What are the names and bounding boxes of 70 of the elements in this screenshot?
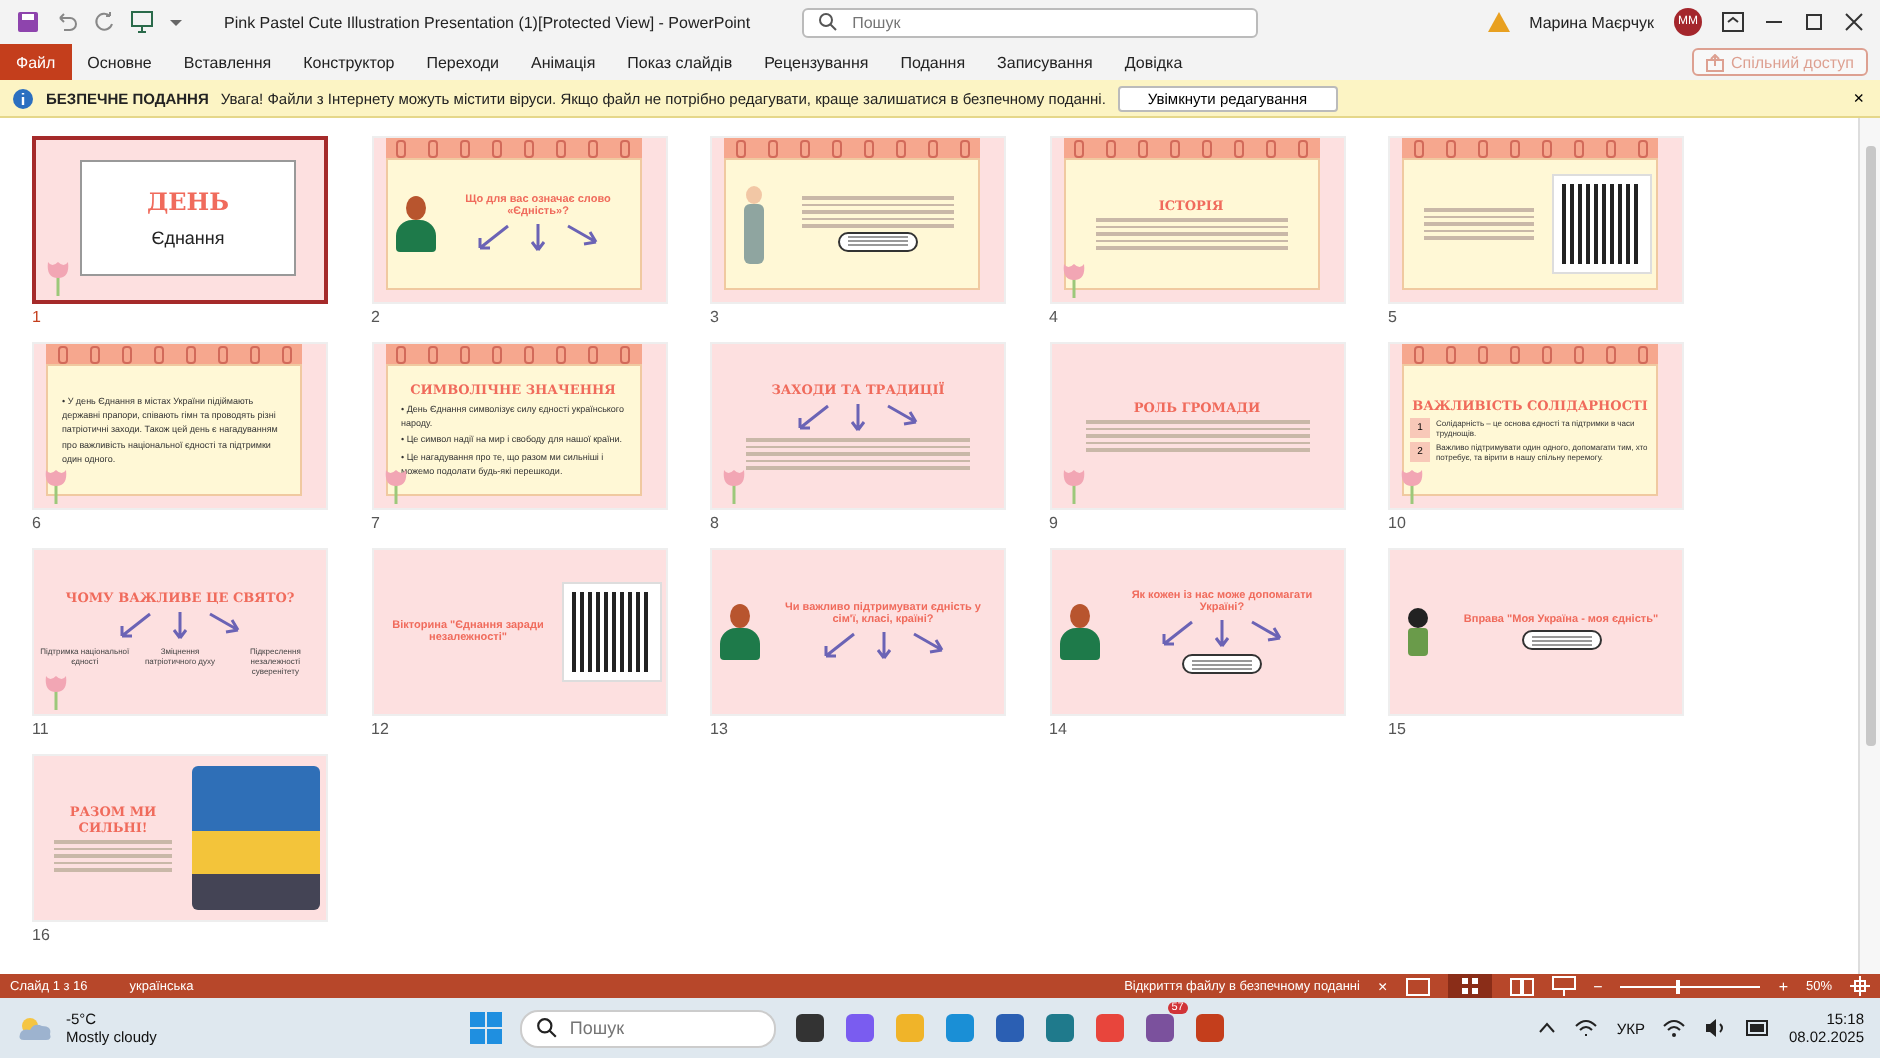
- chevron-up-icon[interactable]: [1538, 1022, 1557, 1034]
- fit-slide-icon[interactable]: [1850, 976, 1870, 996]
- close-button[interactable]: ×: [1849, 88, 1868, 108]
- maximize-icon[interactable]: [1804, 12, 1824, 32]
- slide-number: 10: [1388, 514, 1408, 532]
- close-icon[interactable]: [1844, 12, 1864, 32]
- slide-number: 15: [1388, 720, 1408, 738]
- warning-icon: [1487, 12, 1510, 32]
- ribbon-tab[interactable]: Переходи: [410, 44, 515, 80]
- text-lines-drawing: [54, 840, 172, 872]
- search-field[interactable]: Пошук: [802, 7, 1259, 37]
- start-icon[interactable]: [469, 1012, 502, 1044]
- presenter-icon[interactable]: [130, 10, 154, 34]
- slideshow-icon[interactable]: [1551, 976, 1576, 996]
- ribbon-tab[interactable]: Конструктор: [287, 44, 411, 80]
- slide-thumbnail[interactable]: [371, 342, 667, 510]
- user-name: Марина Маєрчук: [1529, 13, 1654, 31]
- slide-number: 12: [371, 720, 391, 738]
- slide-thumbnail[interactable]: ДЕНЬ Єднання: [32, 136, 328, 304]
- slide-number: 9: [1049, 514, 1060, 532]
- close-button[interactable]: ×: [1377, 977, 1388, 995]
- wifi-icon[interactable]: [1662, 1018, 1687, 1038]
- slide-number: 8: [710, 514, 721, 532]
- cloud-icon: [16, 1014, 56, 1042]
- customize-icon[interactable]: [168, 14, 184, 30]
- slide-thumbnail[interactable]: [710, 136, 1006, 304]
- ribbon-tab[interactable]: Файл: [0, 44, 72, 80]
- slide-number: 5: [1388, 308, 1399, 326]
- slide-thumbnail[interactable]: [1388, 136, 1684, 304]
- slide-number: 16: [32, 926, 52, 944]
- slide-number: 14: [1049, 720, 1069, 738]
- slide-number: 7: [371, 514, 382, 532]
- slide-sorter-icon[interactable]: [1447, 974, 1492, 998]
- ribbon-tab[interactable]: Анімація: [514, 44, 612, 80]
- save-icon[interactable]: [16, 10, 40, 34]
- reading-view-icon[interactable]: [1509, 977, 1534, 995]
- slide-number: 11: [32, 720, 51, 738]
- ribbon-tab[interactable]: Подання: [884, 44, 982, 80]
- normal-view-icon[interactable]: [1405, 977, 1430, 995]
- slide-number: 2: [371, 308, 382, 326]
- zoom-out-button[interactable]: −: [1593, 977, 1603, 995]
- ribbon-tab[interactable]: Довідка: [1108, 44, 1199, 80]
- ribbon-tab[interactable]: Основне: [71, 44, 168, 80]
- speaker-icon[interactable]: [1704, 1018, 1729, 1038]
- slide-title: ДЕНЬ: [146, 188, 230, 216]
- taskbar-search-field[interactable]: Пошук: [519, 1009, 776, 1047]
- slide-subtitle: Єднання: [151, 228, 225, 248]
- undo-icon[interactable]: [54, 10, 78, 34]
- search-icon: [818, 12, 839, 32]
- window-title: Pink Pastel Cute Illustration Presentation (1)[Protected View] - PowerPoint: [224, 13, 751, 31]
- ribbon-tab[interactable]: Рецензування: [748, 44, 885, 80]
- text-lines-drawing: [1423, 208, 1535, 240]
- slide-thumbnail[interactable]: [32, 342, 328, 510]
- ribbon-display-icon[interactable]: [1722, 12, 1744, 32]
- ribbon-tab[interactable]: Записування: [981, 44, 1109, 80]
- slide-number: 1: [32, 308, 43, 326]
- zoom-in-button[interactable]: +: [1778, 977, 1788, 995]
- network-icon[interactable]: [1574, 1018, 1599, 1038]
- ribbon-tab[interactable]: Показ слайдів: [611, 44, 749, 80]
- share-icon: [1706, 53, 1725, 71]
- slide-number: 13: [710, 720, 730, 738]
- scrollbar[interactable]: [1858, 118, 1880, 974]
- slide-number: 4: [1049, 308, 1060, 326]
- info-icon: [12, 87, 34, 109]
- ribbon-tab[interactable]: Вставлення: [167, 44, 288, 80]
- search-icon: [535, 1017, 558, 1039]
- redo-icon[interactable]: [92, 10, 116, 34]
- slide-number: 3: [710, 308, 721, 326]
- slide-number: 6: [32, 514, 43, 532]
- battery-icon[interactable]: [1746, 1020, 1771, 1036]
